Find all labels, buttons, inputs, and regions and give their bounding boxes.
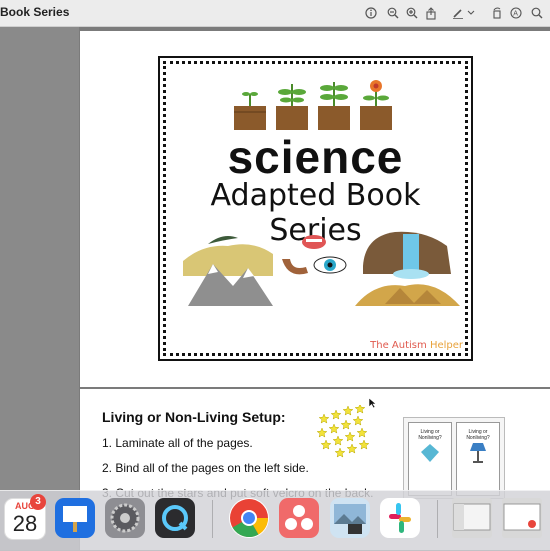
star-icon [346,443,358,454]
document-window-thumbnail[interactable] [502,498,542,538]
annotate-icon[interactable]: A [509,6,523,20]
stars-illustration [316,405,370,458]
star-icon [316,427,328,438]
star-icon [318,413,330,424]
markup-pen-icon[interactable] [451,6,465,20]
lamp-icon [470,443,486,463]
star-icon [344,431,356,442]
slack-app-icon[interactable] [380,498,420,538]
worksheet-preview-page: Living or Nonliving? [408,422,452,496]
star-icon [334,447,346,458]
brand-watermark: The Autism Helper [370,340,463,351]
star-icon [358,439,370,450]
asana-app-icon[interactable] [279,498,319,538]
markup-dropdown-icon[interactable] [467,6,475,20]
keynote-app-icon[interactable] [55,498,95,538]
mountains-illustration [183,236,273,306]
window-title: Book Series [0,5,70,19]
info-icon[interactable] [364,6,378,20]
calendar-day: 28 [12,511,38,536]
svg-text:A: A [513,11,518,18]
mouse-cursor-icon [368,397,377,409]
share-icon[interactable] [424,6,438,20]
finder-window-thumbnail[interactable] [452,498,492,538]
dock-separator [212,500,213,538]
star-icon [352,415,364,426]
star-icon [328,423,340,434]
star-icon [356,427,368,438]
quicktime-app-icon[interactable] [155,498,195,538]
thumbnail-sidebar[interactable] [0,27,79,550]
waterfall-illustration [355,231,460,306]
star-icon [332,435,344,446]
kite-icon [421,444,439,462]
star-icon [320,439,332,450]
star-icon [342,405,354,416]
setup-heading: Living or Non-Living Setup: [102,409,286,425]
plant-growth-illustration [234,80,392,130]
setup-step: 2. Bind all of the pages on the left sid… [102,461,309,475]
star-icon [340,419,352,430]
worksheet-preview-page: Living or Nonliving? [456,422,500,496]
dock-separator [437,500,438,538]
star-icon [330,409,342,420]
window-titlebar: Book Series A [0,0,550,27]
body-parts-illustration [282,235,347,275]
preview-app-icon[interactable] [330,498,370,538]
cover-title: science [227,131,404,183]
chrome-app-icon[interactable] [229,498,269,538]
star-icon [354,405,366,414]
calendar-badge: 3 [30,494,46,510]
worksheet-preview: Living or Nonliving? Living or Nonliving… [403,417,505,499]
search-icon[interactable] [530,6,544,20]
zoom-out-icon[interactable] [386,6,400,20]
zoom-in-icon[interactable] [405,6,419,20]
rotate-icon[interactable] [490,6,504,20]
setup-step: 1. Laminate all of the pages. [102,436,253,450]
cover-frame: science Adapted Book Series The Autism H… [158,56,473,361]
system-settings-app-icon[interactable] [105,498,145,538]
